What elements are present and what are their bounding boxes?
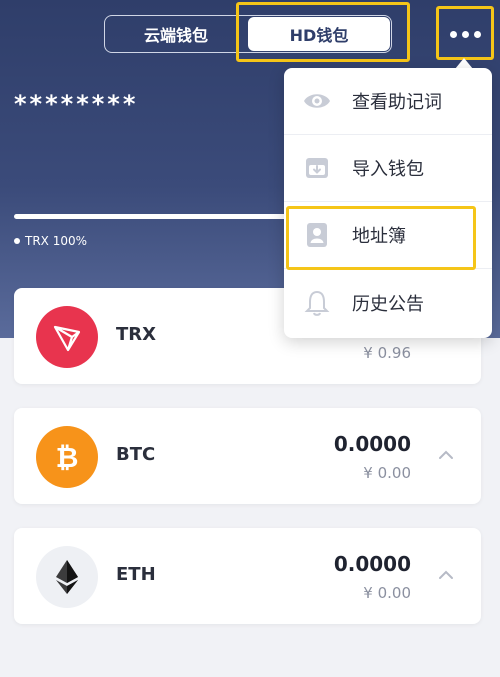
allocation-bar (14, 214, 314, 219)
allocation-dot-icon (14, 238, 20, 244)
chevron-up-icon[interactable] (437, 566, 455, 584)
menu-item-label: 导入钱包 (352, 159, 424, 180)
menu-item-label: 历史公告 (352, 293, 424, 315)
import-wallet-icon (302, 153, 332, 183)
asset-cny-value: ¥ 0.00 (363, 584, 411, 602)
tab-cloud-wallet[interactable]: 云端钱包 (105, 16, 247, 52)
more-options-menu: 查看助记词 导入钱包 地址簿 历史公告 (284, 68, 492, 338)
asset-symbol: BTC (116, 444, 156, 465)
menu-item-view-mnemonic[interactable]: 查看助记词 (284, 68, 492, 135)
bell-icon (302, 288, 332, 318)
menu-item-announcements[interactable]: 历史公告 (284, 269, 492, 336)
eth-icon (36, 546, 98, 608)
highlight-address-book (286, 206, 476, 270)
menu-item-import-wallet[interactable]: 导入钱包 (284, 135, 492, 202)
trx-icon (36, 306, 98, 368)
eye-icon (302, 86, 332, 116)
svg-text:₿: ₿ (56, 441, 79, 474)
highlight-more-button (436, 6, 494, 60)
chevron-up-icon[interactable] (437, 446, 455, 464)
allocation-legend: TRX 100% (14, 234, 87, 248)
asset-symbol: ETH (116, 564, 156, 585)
allocation-label: TRX 100% (25, 234, 88, 248)
page-background (0, 338, 500, 677)
masked-balance[interactable]: ******** (14, 90, 138, 118)
highlight-hd-tab (236, 2, 410, 62)
asset-amount: 0.0000 (333, 432, 411, 456)
asset-card-eth[interactable]: ETH 0.0000 ¥ 0.00 (14, 528, 481, 624)
asset-symbol: TRX (116, 324, 157, 345)
menu-item-label: 查看助记词 (352, 92, 442, 113)
asset-cny-value: ¥ 0.00 (363, 464, 411, 482)
asset-card-btc[interactable]: ₿ BTC 0.0000 ¥ 0.00 (14, 408, 481, 504)
asset-cny-value: ¥ 0.96 (363, 344, 411, 362)
asset-amount: 0.0000 (333, 552, 411, 576)
btc-icon: ₿ (36, 426, 98, 488)
